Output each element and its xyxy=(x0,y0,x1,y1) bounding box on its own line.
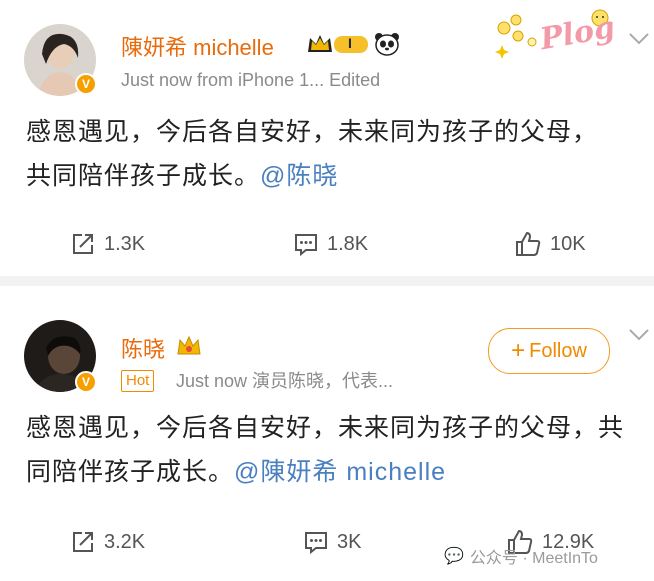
post-divider xyxy=(0,276,654,286)
chevron-down-icon[interactable] xyxy=(628,32,650,46)
plog-sticker: Plog xyxy=(488,6,620,62)
share-button[interactable]: 3.2K xyxy=(70,512,145,572)
comment-icon xyxy=(295,234,317,257)
comment-icon xyxy=(305,532,327,555)
crown-badge-icon xyxy=(176,334,202,358)
wechat-icon: 💬 xyxy=(444,548,464,565)
post-1: V 陳妍希 michelle I Just now from iPhone 1.… xyxy=(0,0,654,276)
share-button[interactable]: 1.3K xyxy=(70,214,145,274)
comment-count: 1.8K xyxy=(327,232,369,255)
thumbs-up-icon xyxy=(516,231,541,256)
post-meta: Just now 演员陈晓，代表... xyxy=(176,371,394,391)
like-button[interactable]: 10K xyxy=(514,214,586,274)
action-bar: 1.3K 1.8K 10K xyxy=(0,214,654,274)
verified-badge-icon: V xyxy=(75,73,97,95)
post-meta: Just now from iPhone 1... Edited xyxy=(121,70,381,90)
author-name[interactable]: 陈晓 xyxy=(121,332,165,364)
post-2: V 陈晓 Hot Just now 演员陈晓，代表... + Follow 感恩… xyxy=(0,286,654,581)
comment-button[interactable]: 3K xyxy=(303,512,361,572)
level-badge-label: I xyxy=(348,35,352,51)
verified-badge-icon: V xyxy=(75,371,97,393)
panda-icon xyxy=(374,32,400,56)
follow-button[interactable]: + Follow xyxy=(488,328,610,374)
post-body: 感恩遇见，今后各自安好，未来同为孩子的父母， 共同陪伴孩子成长。@陈晓 xyxy=(26,110,626,198)
plus-icon: + xyxy=(511,337,526,364)
share-count: 1.3K xyxy=(104,232,146,255)
watermark-text: 公众号 · MeetInTo xyxy=(469,550,598,567)
watermark: 💬 公众号 · MeetInTo xyxy=(444,544,598,568)
share-icon xyxy=(73,532,93,552)
follow-label: Follow xyxy=(529,339,587,362)
author-name[interactable]: 陳妍希 michelle xyxy=(121,30,274,62)
like-count: 10K xyxy=(550,232,586,255)
post-body: 感恩遇见，今后各自安好，未来同为孩子的父母，共同陪伴孩子成长。@陳妍希 mich… xyxy=(26,406,626,494)
hot-badge: Hot xyxy=(121,370,155,392)
comment-button[interactable]: 1.8K xyxy=(293,214,368,274)
chevron-down-icon[interactable] xyxy=(628,328,650,342)
share-count: 3.2K xyxy=(104,530,146,553)
mention-link[interactable]: @陳妍希 michelle xyxy=(234,458,446,486)
mention-link[interactable]: @陈晓 xyxy=(260,162,338,190)
vip-crown-badge-icon: I xyxy=(306,32,370,56)
comment-count: 3K xyxy=(337,530,362,553)
share-icon xyxy=(73,234,93,254)
